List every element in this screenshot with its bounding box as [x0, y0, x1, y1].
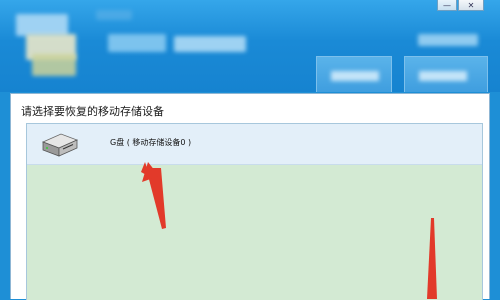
title-bar: — ✕	[0, 0, 500, 92]
list-item-drive-g[interactable]: G盘 ( 移动存储设备0 )	[27, 124, 482, 165]
page-title: 请选择要恢复的移动存储设备	[21, 105, 164, 118]
app-logo-icon	[16, 14, 68, 36]
blurred-tab-label	[419, 71, 467, 81]
tab-1[interactable]	[316, 56, 392, 92]
main-panel: 请选择要恢复的移动存储设备 G盘 ( 移动存储设备0 )	[10, 93, 490, 300]
close-button[interactable]: ✕	[458, 0, 484, 11]
blurred-tab-label	[331, 71, 379, 81]
removable-drive-icon	[41, 133, 79, 157]
minimize-icon: —	[443, 0, 451, 10]
device-label: G盘 ( 移动存储设备0 )	[110, 138, 192, 147]
blurred-app-title	[174, 36, 246, 52]
blurred-caption	[96, 10, 132, 20]
tab-2[interactable]	[404, 56, 488, 92]
blurred-header-text	[418, 34, 478, 46]
blurred-app-title	[108, 34, 166, 52]
close-icon: ✕	[467, 0, 475, 10]
device-list[interactable]: G盘 ( 移动存储设备0 )	[26, 123, 483, 300]
minimize-button[interactable]: —	[437, 0, 457, 11]
app-logo-icon-part	[32, 54, 76, 76]
